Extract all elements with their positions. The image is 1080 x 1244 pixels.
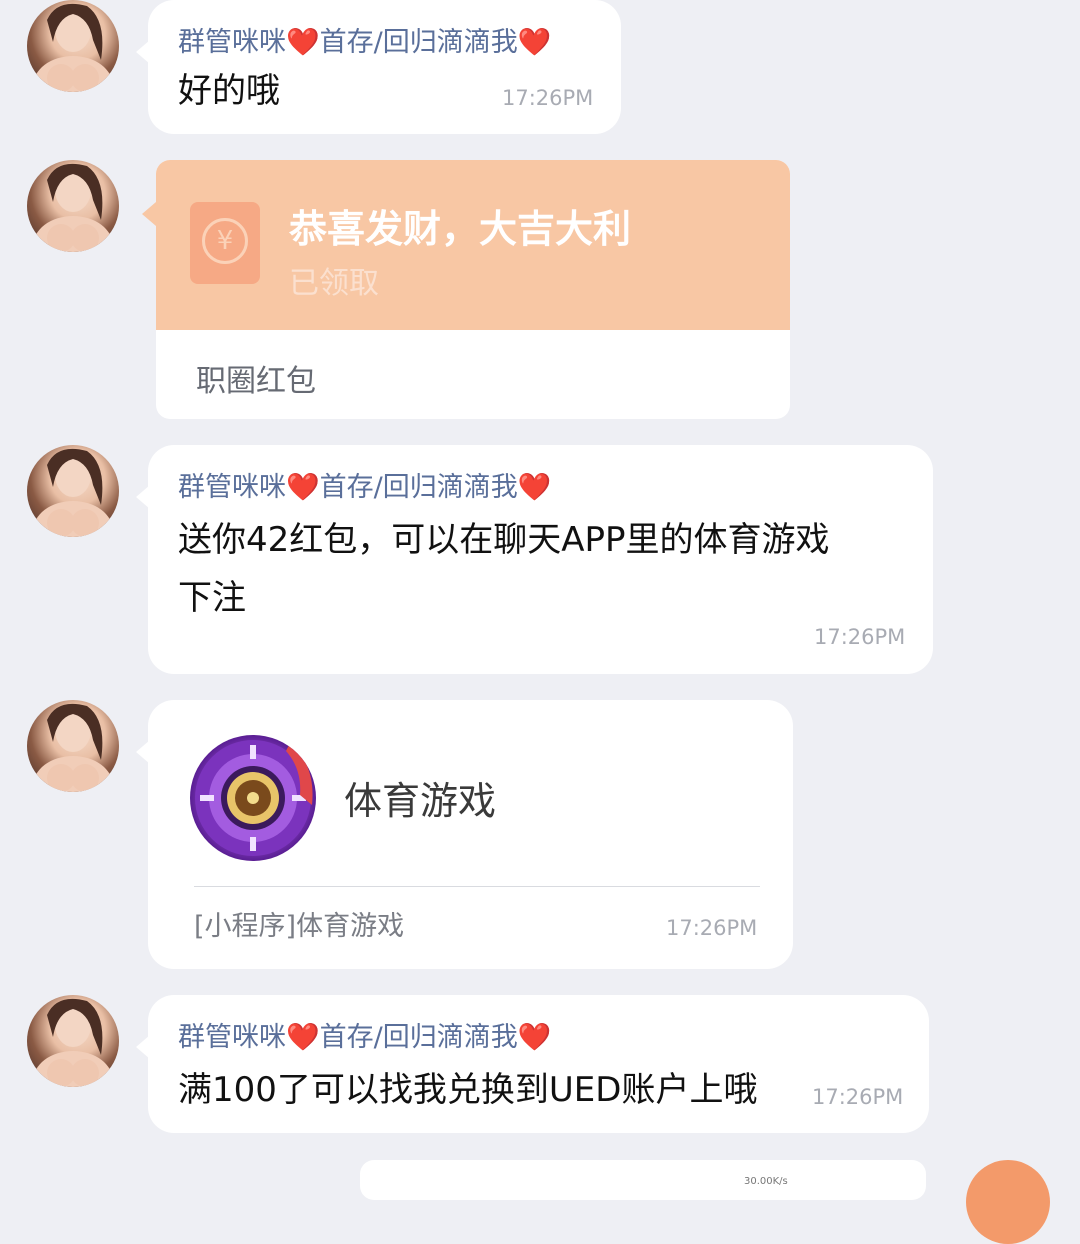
message-timestamp: 17:26PM (814, 625, 906, 649)
avatar-photo-icon (33, 163, 113, 252)
yen-coin-icon: ¥ (202, 218, 248, 264)
sender-avatar[interactable] (27, 995, 119, 1087)
roulette-chip-icon (190, 735, 316, 861)
sender-name[interactable]: 群管咪咪❤️首存/回归滴滴我❤️ (178, 20, 551, 59)
sender-avatar[interactable] (27, 700, 119, 792)
red-packet-status: 已领取 (289, 266, 379, 301)
sender-avatar[interactable] (27, 0, 119, 92)
message-text-line-2: 下注 (178, 578, 246, 618)
message-bubble[interactable]: 群管咪咪❤️首存/回归滴滴我❤️ 满100了可以找我兑换到UED账户上哦 17:… (136, 995, 929, 1133)
sender-avatar[interactable] (27, 160, 119, 252)
mini-program-label: [小程序]体育游戏 (194, 911, 405, 942)
red-packet-card[interactable]: ¥ 恭喜发财，大吉大利 已领取 职圈红包 (156, 160, 790, 419)
network-speed-text: 30.00K/s (744, 1176, 788, 1187)
avatar-photo-icon (33, 998, 113, 1087)
message-text-line-1: 送你42红包，可以在聊天APP里的体育游戏 (178, 520, 830, 560)
message-timestamp: 17:26PM (502, 86, 594, 110)
mini-program-card[interactable]: 体育游戏 [小程序]体育游戏 17:26PM (136, 700, 793, 969)
sender-name[interactable]: 群管咪咪❤️首存/回归滴滴我❤️ (178, 1015, 551, 1054)
red-packet-footer: 职圈红包 (196, 364, 316, 399)
red-packet-tail (142, 202, 156, 226)
red-packet-icon: ¥ (190, 202, 260, 284)
message-bubble[interactable]: 群管咪咪❤️首存/回归滴滴我❤️ 送你42红包，可以在聊天APP里的体育游戏 下… (136, 445, 933, 674)
sender-avatar[interactable] (27, 445, 119, 537)
message-text: 满100了可以找我兑换到UED账户上哦 (178, 1070, 758, 1110)
red-packet-title: 恭喜发财，大吉大利 (289, 207, 632, 251)
partial-message-bubble[interactable]: 30.00K/s (360, 1160, 926, 1200)
avatar-photo-icon (33, 448, 113, 537)
sender-name[interactable]: 群管咪咪❤️首存/回归滴滴我❤️ (178, 465, 551, 504)
message-bubble[interactable]: 群管咪咪❤️首存/回归滴滴我❤️ 好的哦 17:26PM (136, 0, 621, 134)
message-timestamp: 17:26PM (812, 1085, 904, 1109)
avatar-photo-icon (33, 3, 113, 92)
avatar-photo-icon (33, 703, 113, 792)
message-text: 好的哦 (178, 71, 280, 111)
divider (194, 886, 760, 887)
message-timestamp: 17:26PM (666, 916, 758, 940)
floating-action-button[interactable] (966, 1160, 1050, 1244)
mini-program-title: 体育游戏 (344, 779, 497, 823)
